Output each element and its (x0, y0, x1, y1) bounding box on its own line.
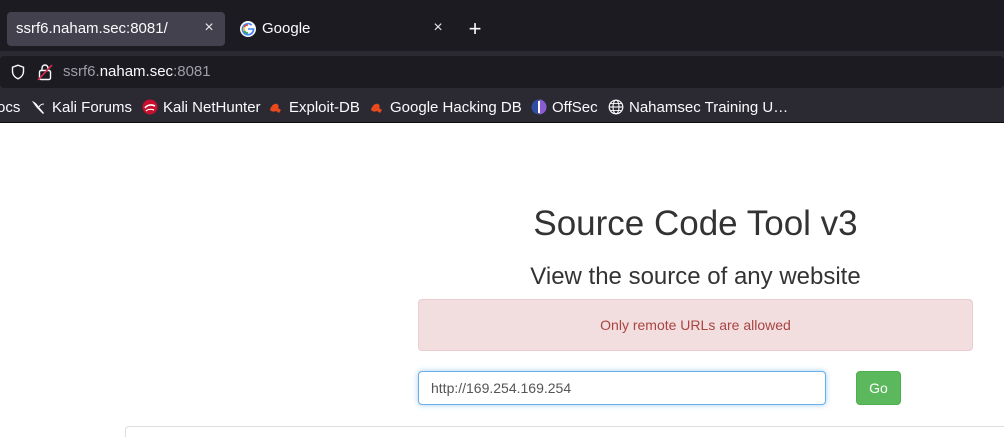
bookmark-offsec[interactable]: OffSec (531, 98, 598, 116)
tab-title: Google (262, 20, 311, 37)
browser-tab-bar: ssrf6.naham.sec:8081/ × Google × + (0, 0, 1004, 51)
bookmark-kali-nethunter[interactable]: Kali NetHunter (142, 98, 261, 116)
new-tab-button[interactable]: + (462, 14, 488, 44)
bookmark-label: OffSec (552, 98, 598, 116)
go-button[interactable]: Go (856, 371, 901, 405)
bookmark-label: Kali NetHunter (163, 98, 261, 116)
bookmark-exploit-db[interactable]: Exploit-DB (268, 98, 360, 116)
page-content: Source Code Tool v3 View the source of a… (0, 124, 1004, 437)
url-host: naham.sec (99, 63, 174, 80)
bookmark-google-hacking-db[interactable]: Google Hacking DB (369, 98, 522, 116)
source-output-panel (125, 426, 1004, 437)
page-title: Source Code Tool v3 (533, 204, 858, 243)
bookmark-docs[interactable]: ocs (0, 98, 20, 116)
globe-icon (608, 99, 624, 115)
bookmark-kali-forums[interactable]: Kali Forums (31, 98, 132, 116)
url-prefix: ssrf6. (63, 63, 100, 80)
page-subtitle: View the source of any website (530, 263, 861, 290)
tab-google[interactable]: Google × (232, 12, 454, 46)
bookmark-label: Google Hacking DB (390, 98, 522, 116)
bookmarks-toolbar: ocs Kali Forums Kali NetHunter Exploit-D… (0, 91, 1004, 123)
close-tab-icon[interactable]: × (430, 18, 446, 38)
ghdb-icon (371, 103, 382, 113)
url-port: :8081 (173, 63, 211, 80)
insecure-lock-icon[interactable] (37, 63, 53, 81)
exploit-db-icon (270, 103, 281, 113)
nethunter-icon (142, 99, 158, 115)
url-text[interactable]: ssrf6.naham.sec:8081 (63, 63, 211, 80)
navigation-bar: ssrf6.naham.sec:8081 (0, 51, 1004, 91)
error-alert: Only remote URLs are allowed (418, 299, 973, 351)
bookmark-nahamsec-training[interactable]: Nahamsec Training U… (608, 98, 788, 116)
google-icon (240, 21, 256, 37)
bookmark-label: ocs (0, 98, 21, 116)
url-bar[interactable]: ssrf6.naham.sec:8081 (0, 56, 1004, 88)
bookmark-label: Exploit-DB (289, 98, 360, 116)
tab-title: ssrf6.naham.sec:8081/ (16, 20, 168, 37)
offsec-icon (531, 99, 547, 115)
kali-dragon-icon (32, 101, 45, 114)
close-tab-icon[interactable]: × (201, 18, 217, 38)
bookmark-label: Nahamsec Training U… (629, 98, 789, 116)
tracking-protection-shield-icon[interactable] (10, 64, 26, 80)
tab-ssrf6[interactable]: ssrf6.naham.sec:8081/ × (7, 12, 225, 46)
bookmark-label: Kali Forums (52, 98, 133, 116)
url-input[interactable]: http://169.254.169.254 (418, 371, 826, 405)
